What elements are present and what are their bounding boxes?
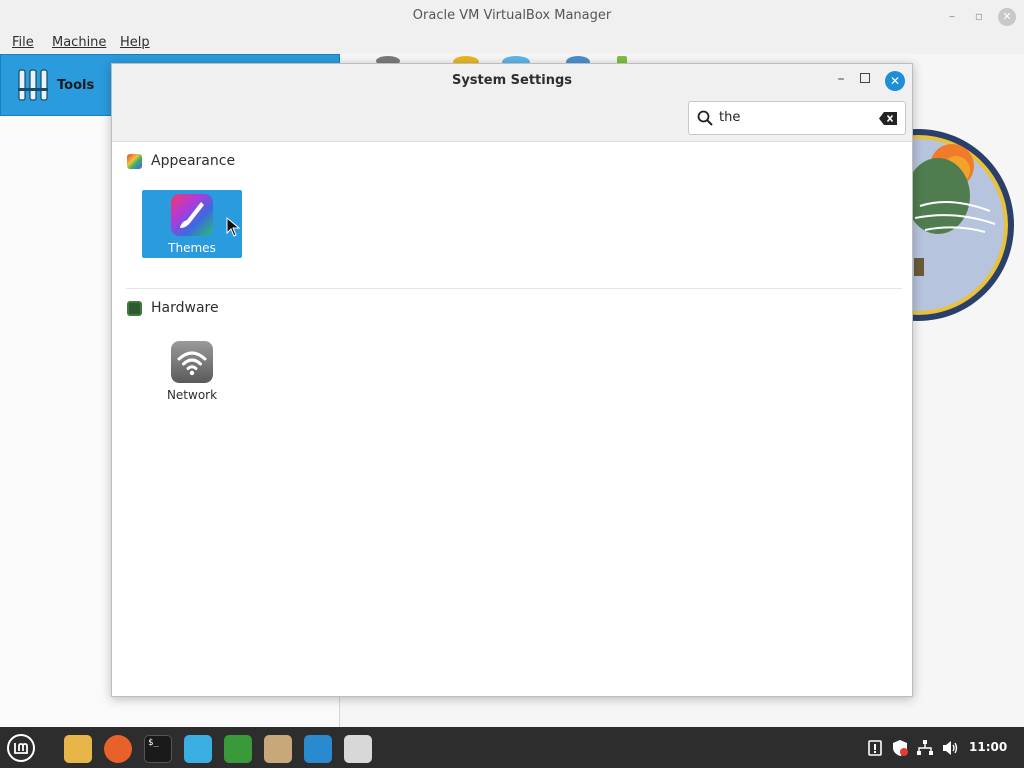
menu-help[interactable]: Help — [120, 35, 150, 50]
dialog-maximize-button[interactable] — [860, 73, 870, 83]
themes-tile[interactable]: Themes — [142, 190, 242, 258]
hardware-icon — [127, 301, 142, 316]
dialog-minimize-button[interactable]: – — [832, 70, 850, 88]
shield-app[interactable] — [220, 731, 256, 767]
terminal-app[interactable]: $_ — [140, 731, 176, 767]
themes-label: Themes — [168, 241, 216, 255]
firefox-icon — [104, 735, 132, 763]
network-label: Network — [166, 388, 218, 402]
section-hardware-label: Hardware — [151, 300, 219, 316]
search-input[interactable]: the — [688, 101, 906, 135]
tools-label: Tools — [57, 78, 95, 93]
network-tray-icon[interactable] — [916, 739, 934, 757]
folder-icon — [264, 735, 292, 763]
firefox-app[interactable] — [100, 731, 136, 767]
vbox-title: Oracle VM VirtualBox Manager — [412, 8, 612, 23]
menu-icon[interactable] — [6, 733, 36, 763]
vbox-close-button[interactable]: ✕ — [998, 8, 1016, 26]
tools-icon — [18, 69, 48, 101]
files-app[interactable] — [60, 731, 96, 767]
search-icon — [697, 110, 713, 126]
appearance-icon — [127, 154, 142, 169]
network-tile[interactable]: Network — [142, 337, 242, 405]
settings-app[interactable] — [340, 731, 376, 767]
mintinstall-app[interactable] — [180, 731, 216, 767]
terminal-icon: $_ — [144, 735, 172, 763]
vbox-titlebar: Oracle VM VirtualBox Manager – ▫ ✕ — [0, 0, 1024, 32]
vbox-minimize-button[interactable]: – — [944, 8, 960, 24]
section-divider — [126, 288, 902, 289]
settings-icon — [344, 735, 372, 763]
vbox-menubar: File Machine Help — [0, 32, 1024, 54]
vbox-maximize-button[interactable]: ▫ — [971, 8, 987, 24]
search-value: the — [719, 110, 741, 125]
mintinstall-icon — [184, 735, 212, 763]
files-icon — [64, 735, 92, 763]
taskbar: $_ 11:00 — [0, 727, 1024, 768]
shield-icon — [224, 735, 252, 763]
clock[interactable]: 11:00 — [969, 740, 1007, 754]
dialog-close-button[interactable]: ✕ — [885, 71, 905, 91]
mouse-cursor-icon — [226, 217, 240, 237]
menu-machine[interactable]: Machine — [52, 35, 106, 50]
network-icon — [171, 341, 213, 383]
dialog-header: System Settings – ✕ the — [112, 64, 912, 142]
volume-icon[interactable] — [941, 739, 959, 757]
dialog-title: System Settings — [451, 73, 573, 88]
system-settings-dialog: System Settings – ✕ the Appearance Theme… — [111, 63, 913, 697]
section-appearance-label: Appearance — [151, 153, 236, 169]
monitor-icon — [304, 735, 332, 763]
update-shield-icon[interactable] — [891, 739, 909, 757]
monitor-app[interactable] — [300, 731, 336, 767]
themes-icon — [171, 194, 213, 236]
folder-app[interactable] — [260, 731, 296, 767]
menu-file[interactable]: File — [12, 35, 34, 50]
notes-icon[interactable] — [866, 739, 884, 757]
clear-search-icon[interactable] — [879, 112, 897, 125]
